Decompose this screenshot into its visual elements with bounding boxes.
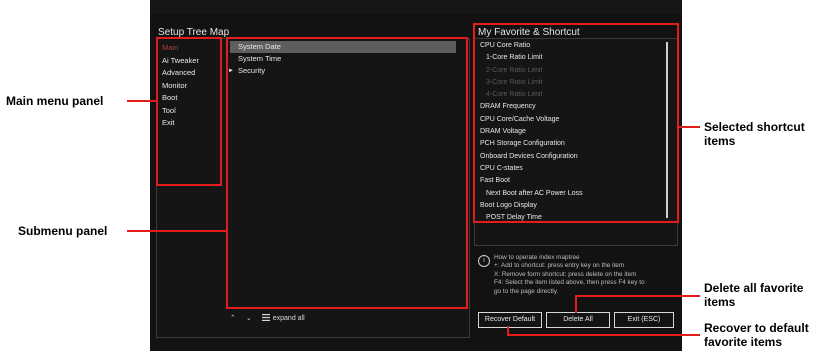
annotation-recover-default-favorite-items: Recover to default favorite items [704,321,809,349]
annotation-main-menu-panel: Main menu panel [6,94,104,108]
annotation-selected-shortcut-items: Selected shortcut items [704,120,805,148]
tree-controls: ⌃ ⌄ expand all [230,312,315,324]
delete-all-button[interactable]: Delete All [546,312,610,328]
main-menu-leader [127,100,157,102]
delete-all-leader-horizontal [575,295,700,297]
recover-leader-horizontal [507,334,700,336]
expand-all-label[interactable]: expand all [273,315,305,322]
annotation-line: items [704,134,736,148]
exit-button[interactable]: Exit (ESC) [614,312,674,328]
help-line: F4: Select the item listed above, then p… [494,279,645,287]
annotation-line: Recover to default [704,321,809,335]
top-strip [150,0,682,14]
main-menu-highlight [156,37,222,186]
annotation-delete-all-favorite-items: Delete all favorite items [704,281,803,309]
delete-all-leader-vertical [575,295,577,313]
list-icon[interactable] [261,313,270,323]
help-line: +: Add to shortcut: press entry key on t… [494,262,625,270]
favorites-highlight [473,23,679,223]
annotation-line: Selected shortcut [704,120,805,134]
help-text: How to operate index maptree +: Add to s… [494,254,674,296]
annotation-line: Delete all favorite [704,281,804,295]
recover-default-button[interactable]: Recover Default [478,312,542,328]
submenu-leader [127,230,227,232]
help-line: X: Remove form shortcut: press delete on… [494,270,637,278]
info-icon: i [478,255,490,267]
help-line: How to operate index maptree [494,254,580,261]
submenu-highlight [226,37,468,309]
collapse-all-icon[interactable]: ⌃ [230,314,236,322]
favorites-leader [678,126,700,128]
annotation-line: items [704,295,736,309]
annotation-submenu-panel: Submenu panel [18,224,108,238]
annotation-line: favorite items [704,335,783,349]
expand-icon[interactable]: ⌄ [246,314,252,322]
